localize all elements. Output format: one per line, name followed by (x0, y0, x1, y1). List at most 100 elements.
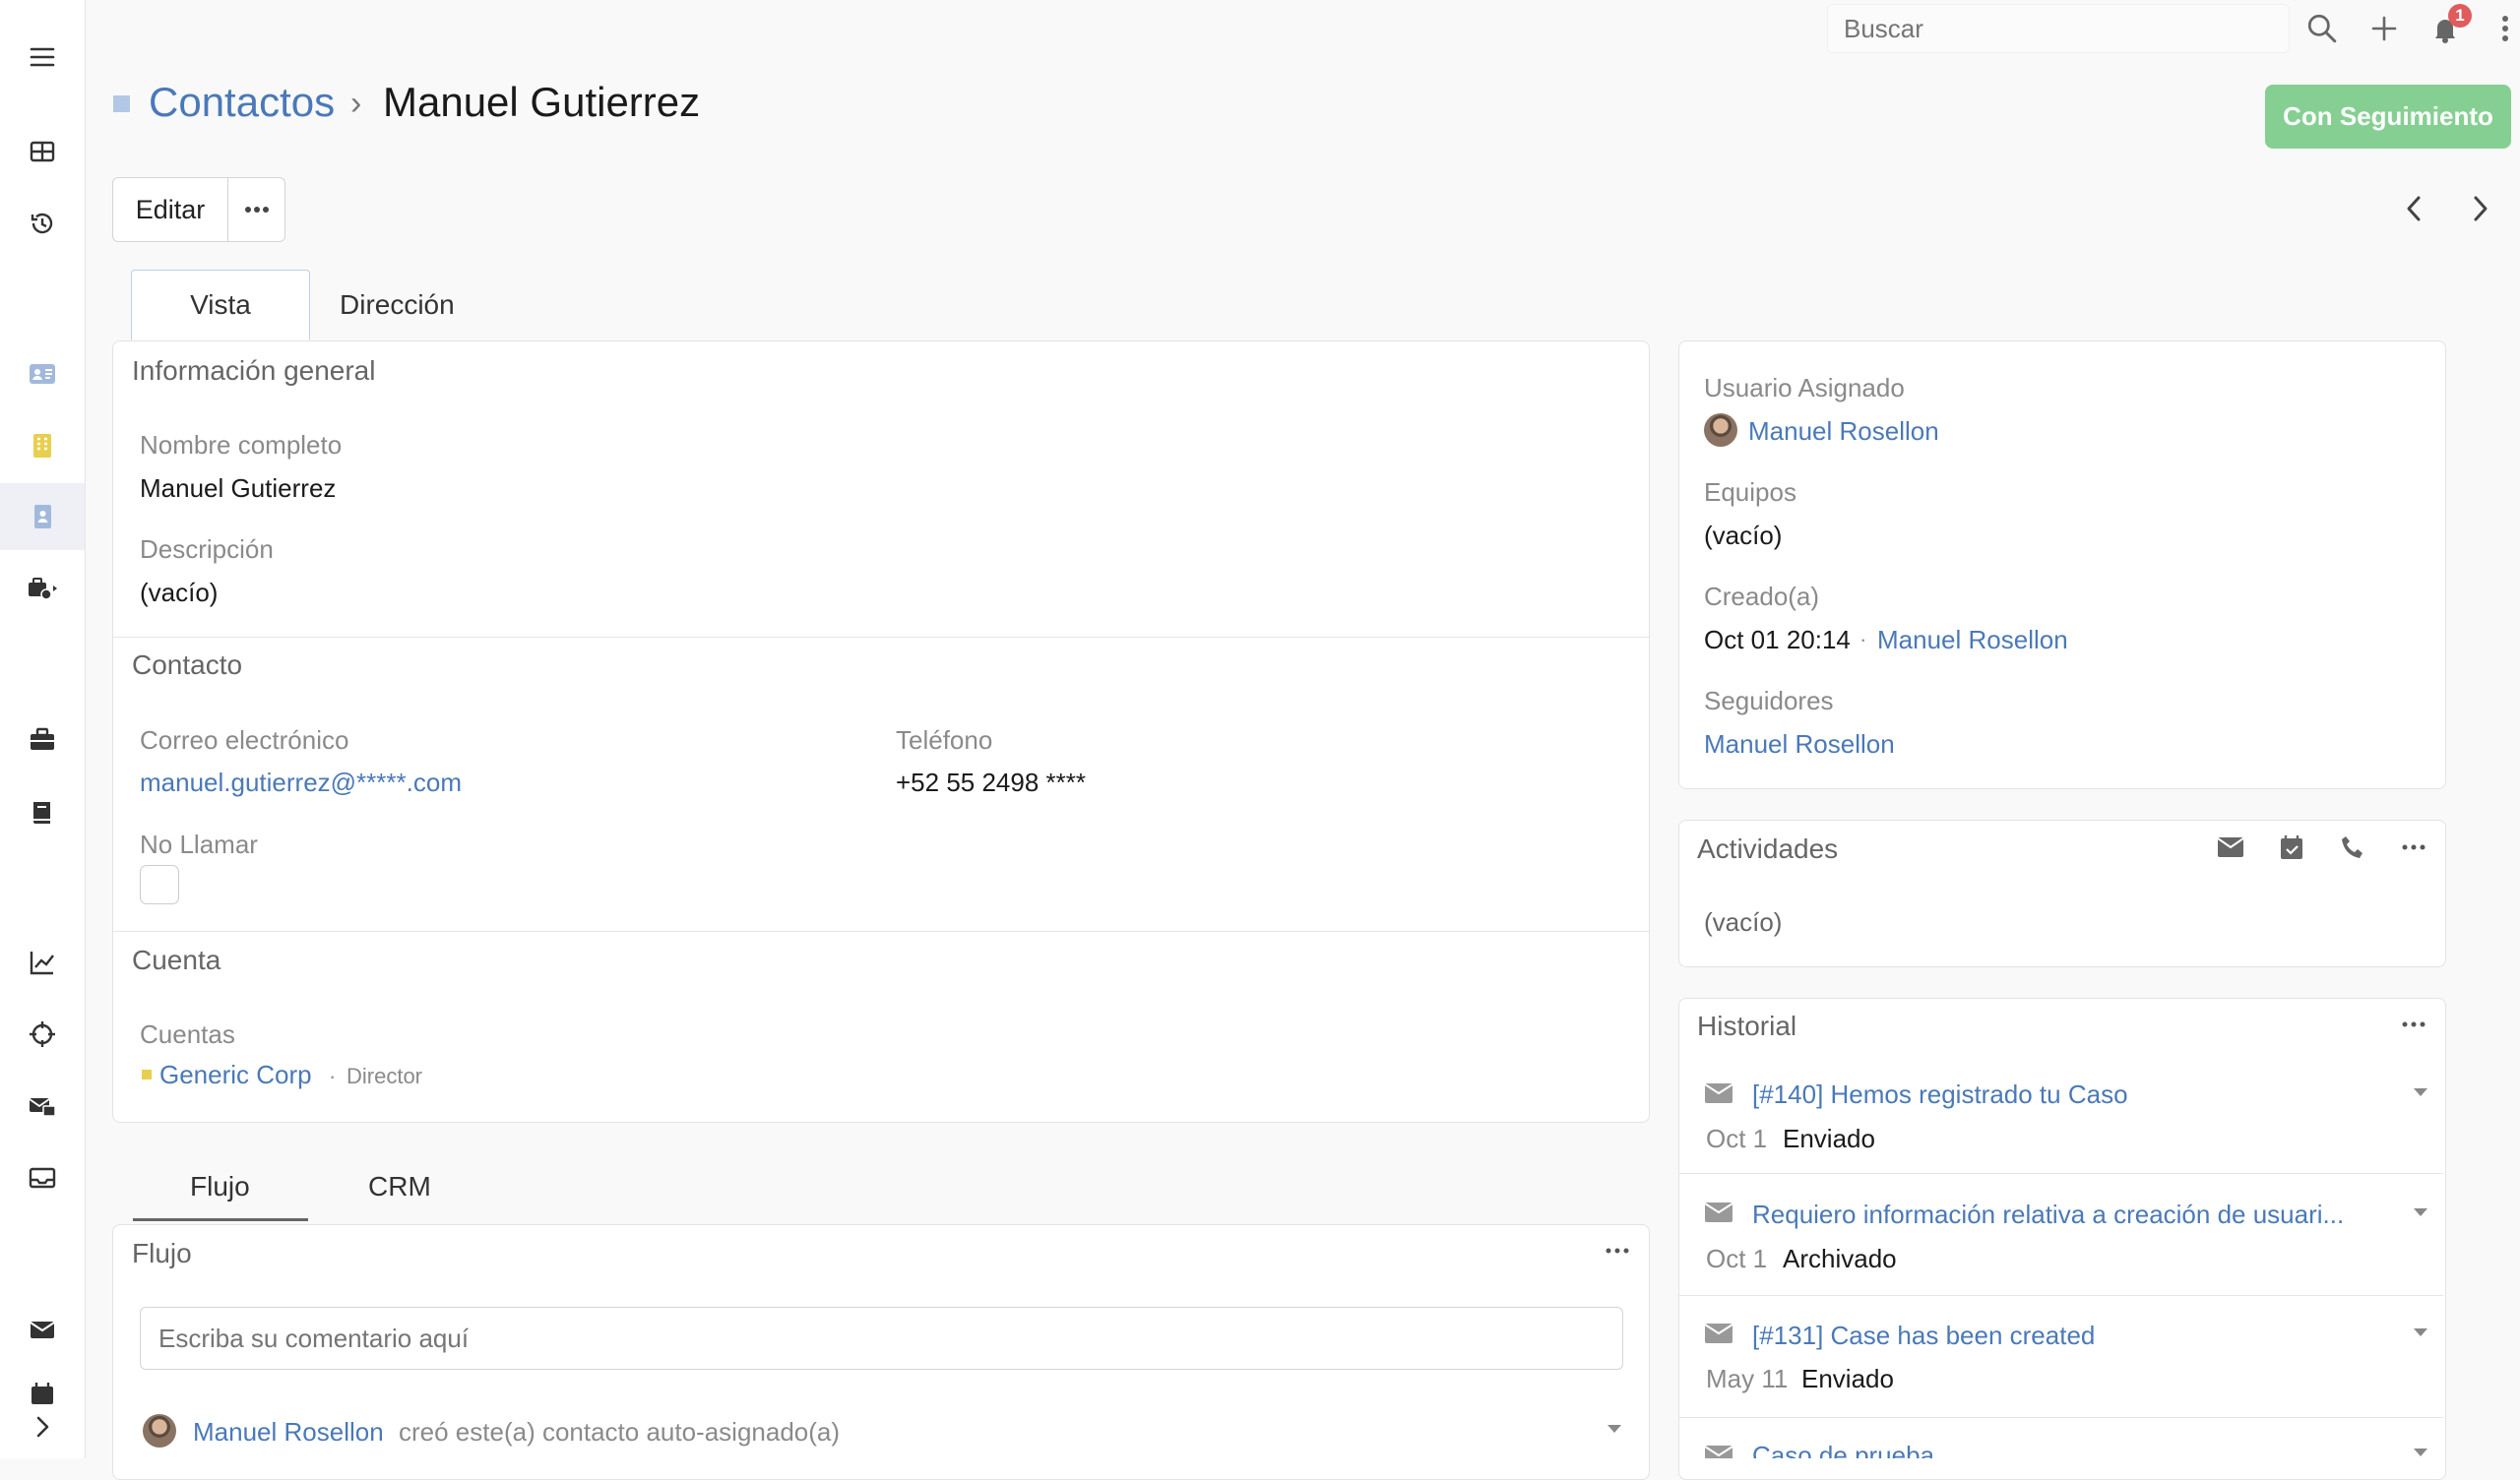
created-by-link[interactable]: Manuel Rosellon (1877, 625, 2068, 655)
active-tab-indicator (133, 1218, 308, 1221)
tab-flujo[interactable]: Flujo (190, 1171, 250, 1202)
history-item-date: May 11 (1706, 1364, 1789, 1393)
chevron-down-icon[interactable] (1605, 1419, 1624, 1439)
account-scope-marker (142, 1070, 152, 1079)
section-title-account: Cuenta (132, 945, 221, 975)
email-icon (1704, 1324, 1733, 1343)
created-separator: · (1859, 627, 1867, 651)
ellipsis-icon (244, 207, 269, 213)
mail-icon[interactable] (0, 1296, 85, 1363)
chevron-down-icon[interactable] (2411, 1202, 2430, 1222)
notification-count-badge: 1 (2448, 4, 2472, 28)
contacts-icon[interactable] (0, 483, 85, 550)
reports-chart-icon[interactable] (0, 929, 85, 996)
history-item-date: Oct 1 (1706, 1124, 1768, 1153)
inbox-icon[interactable] (0, 1144, 85, 1211)
activities-title: Actividades (1697, 833, 1839, 864)
history-item-subject-link[interactable]: [#140] Hemos registrado tu Caso (1752, 1079, 2128, 1110)
section-title-general: Información general (132, 355, 376, 386)
expand-sidebar-icon[interactable] (0, 1397, 85, 1456)
breadcrumb-contacts-link[interactable]: Contactos (149, 79, 335, 126)
opportunities-menu-icon[interactable] (0, 555, 85, 622)
crosshair-icon[interactable] (0, 1001, 85, 1068)
search-icon[interactable] (2303, 10, 2341, 47)
history-item: [#131] Case has been created May 11 Envi… (1679, 1297, 2443, 1418)
account-link[interactable]: Generic Corp (159, 1060, 312, 1090)
section-divider (113, 931, 1649, 932)
record-action-buttons: Editar (112, 177, 285, 242)
book-icon[interactable] (0, 779, 85, 846)
dashboard-icon[interactable] (0, 118, 85, 185)
accounts-label: Cuentas (140, 1019, 235, 1049)
history-icon[interactable] (0, 190, 85, 257)
donotcall-checkbox[interactable] (140, 865, 179, 904)
chevron-down-icon[interactable] (2411, 1443, 2430, 1458)
activities-empty: (vacío) (1704, 907, 1783, 937)
account-role: Director (346, 1064, 423, 1088)
menu-kebab-icon[interactable] (2490, 10, 2520, 47)
email-icon (1704, 1446, 1733, 1458)
stream-entry-user-link[interactable]: Manuel Rosellon (193, 1417, 384, 1448)
sidebar (0, 0, 86, 1458)
log-call-icon[interactable] (2333, 832, 2372, 862)
building-icon[interactable] (0, 412, 85, 479)
quick-create-icon[interactable] (2365, 10, 2403, 47)
created-label: Creado(a) (1704, 582, 1820, 611)
email-icon (1704, 1083, 1733, 1103)
breadcrumb-separator: › (350, 85, 362, 122)
next-record-icon[interactable] (2461, 187, 2500, 230)
history-item-subject-link[interactable]: Caso de prueba (1752, 1441, 1934, 1458)
compose-email-icon[interactable] (2211, 832, 2250, 862)
notifications-bell-icon[interactable]: 1 (2426, 4, 2472, 47)
contact-card-icon[interactable] (0, 340, 85, 407)
teams-value: (vacío) (1704, 521, 1783, 550)
account-separator: · (329, 1064, 337, 1088)
briefcase-icon[interactable] (0, 707, 85, 773)
phone-label: Teléfono (896, 725, 993, 755)
more-actions-button[interactable] (228, 177, 285, 242)
history-item-status: Enviado (1801, 1364, 1894, 1393)
assigned-user-link[interactable]: Manuel Rosellon (1748, 416, 1939, 447)
stream-title: Flujo (132, 1238, 192, 1268)
stream-options-icon[interactable] (1598, 1236, 1637, 1265)
tab-crm[interactable]: CRM (368, 1171, 431, 1202)
description-value: (vacío) (140, 578, 219, 607)
email-link[interactable]: manuel.gutierrez@*****.com (140, 768, 462, 798)
created-datetime: Oct 01 20:14 (1704, 625, 1851, 654)
edit-button[interactable]: Editar (112, 177, 228, 242)
assigned-user-label: Usuario Asignado (1704, 373, 1905, 402)
schedule-meeting-icon[interactable] (2272, 832, 2311, 862)
menu-toggle-icon[interactable] (0, 24, 85, 91)
history-item: [#140] Hemos registrado tu Caso Oct 1 En… (1679, 1053, 2443, 1174)
teams-label: Equipos (1704, 477, 1796, 507)
previous-record-icon[interactable] (2394, 187, 2433, 230)
description-label: Descripción (140, 534, 274, 564)
history-item-subject-link[interactable]: [#131] Case has been created (1752, 1321, 2095, 1351)
followers-label: Seguidores (1704, 686, 1834, 715)
email-accounts-icon[interactable] (0, 1073, 85, 1140)
comment-input[interactable] (140, 1307, 1623, 1370)
chevron-down-icon[interactable] (2411, 1323, 2430, 1342)
tab-vista[interactable]: Vista (131, 270, 310, 340)
chevron-down-icon[interactable] (2411, 1082, 2430, 1102)
fullname-label: Nombre completo (140, 430, 343, 460)
email-icon (1704, 1202, 1733, 1222)
history-item-subject-link[interactable]: Requiero información relativa a creación… (1752, 1200, 2402, 1230)
fullname-value: Manuel Gutierrez (140, 473, 337, 503)
email-label: Correo electrónico (140, 725, 349, 755)
section-title-contact: Contacto (132, 649, 243, 680)
activities-options-icon[interactable] (2394, 832, 2433, 862)
stream-entry-text: creó este(a) contacto auto-asignado(a) (399, 1417, 841, 1447)
history-item-date: Oct 1 (1706, 1244, 1768, 1273)
history-item-status: Archivado (1783, 1244, 1897, 1273)
global-search-input[interactable] (1827, 4, 2290, 53)
history-item: Requiero información relativa a creación… (1679, 1175, 2443, 1296)
tab-direccion[interactable]: Dirección (340, 289, 455, 321)
avatar (143, 1414, 176, 1448)
follow-button[interactable]: Con Seguimiento (2265, 85, 2511, 149)
followers-link[interactable]: Manuel Rosellon (1704, 729, 1895, 760)
history-options-icon[interactable] (2394, 1010, 2433, 1039)
donotcall-label: No Llamar (140, 830, 258, 859)
avatar (1704, 413, 1737, 447)
history-item-status: Enviado (1783, 1124, 1875, 1153)
